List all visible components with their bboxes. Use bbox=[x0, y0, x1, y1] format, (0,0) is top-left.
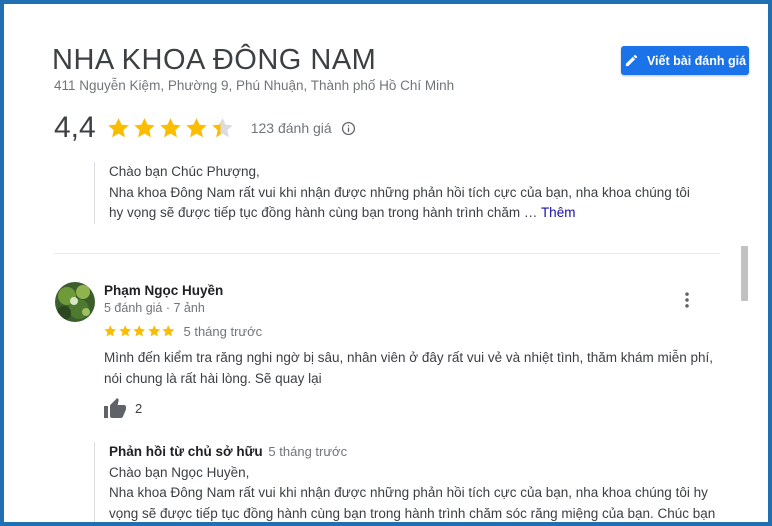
star-icon bbox=[118, 324, 133, 339]
owner-reply-time: 5 tháng trước bbox=[268, 444, 348, 459]
review-time: 5 tháng trước bbox=[183, 324, 263, 339]
more-link[interactable]: Thêm bbox=[541, 205, 576, 220]
star-icon bbox=[132, 116, 157, 141]
star-icon bbox=[210, 116, 235, 141]
review-count[interactable]: 123 đánh giá bbox=[251, 120, 332, 136]
reviewer-name[interactable]: Phạm Ngọc Huyền bbox=[104, 283, 223, 298]
owner-reply-greeting: Chào bạn Ngọc Huyền, bbox=[109, 464, 250, 480]
reviewer-meta: 5 đánh giá · 7 ảnh bbox=[104, 301, 205, 315]
pencil-icon bbox=[624, 53, 639, 68]
owner-reply-text: Nha khoa Đông Nam rất vui khi nhận được … bbox=[109, 485, 716, 521]
business-title: NHA KHOA ĐÔNG NAM bbox=[52, 44, 377, 76]
like-count: 2 bbox=[135, 400, 143, 416]
business-address: 411 Nguyễn Kiệm, Phường 9, Phú Nhuận, Th… bbox=[54, 78, 455, 93]
more-vert-icon[interactable] bbox=[676, 289, 698, 311]
star-icon bbox=[103, 324, 118, 339]
write-review-label: Viết bài đánh giá bbox=[646, 53, 747, 68]
like-button[interactable]: 2 bbox=[103, 397, 142, 419]
rating-stars bbox=[106, 116, 235, 141]
review-stars bbox=[103, 324, 176, 339]
star-icon bbox=[184, 116, 209, 141]
scrollbar-thumb[interactable] bbox=[741, 246, 748, 301]
star-icon bbox=[132, 324, 147, 339]
thumb-up-icon bbox=[103, 397, 127, 419]
previous-owner-reply: Chào bạn Chúc Phượng, Nha khoa Đông Nam … bbox=[94, 162, 706, 224]
previous-reply-text: Nha khoa Đông Nam rất vui khi nhận được … bbox=[109, 184, 690, 221]
star-icon bbox=[158, 116, 183, 141]
review-divider bbox=[54, 253, 720, 254]
review-panel: NHA KHOA ĐÔNG NAM 411 Nguyễn Kiệm, Phườn… bbox=[0, 0, 772, 526]
star-icon bbox=[147, 324, 162, 339]
review-text: Mình đến kiểm tra răng nghi ngờ bị sâu, … bbox=[104, 350, 714, 386]
info-icon[interactable] bbox=[341, 121, 356, 136]
rating-summary: 4,4 123 đánh giá bbox=[54, 108, 356, 148]
avatar[interactable] bbox=[55, 282, 95, 322]
average-rating: 4,4 bbox=[54, 111, 96, 144]
star-icon bbox=[161, 324, 176, 339]
star-icon bbox=[106, 116, 131, 141]
owner-reply: Phản hồi từ chủ sở hữu 5 tháng trước Chà… bbox=[94, 442, 720, 522]
owner-reply-label: Phản hồi từ chủ sở hữu bbox=[109, 444, 263, 459]
review-rating: 5 tháng trước bbox=[103, 324, 262, 339]
write-review-button[interactable]: Viết bài đánh giá bbox=[621, 46, 749, 75]
previous-reply-greeting: Chào bạn Chúc Phượng, bbox=[109, 164, 260, 179]
